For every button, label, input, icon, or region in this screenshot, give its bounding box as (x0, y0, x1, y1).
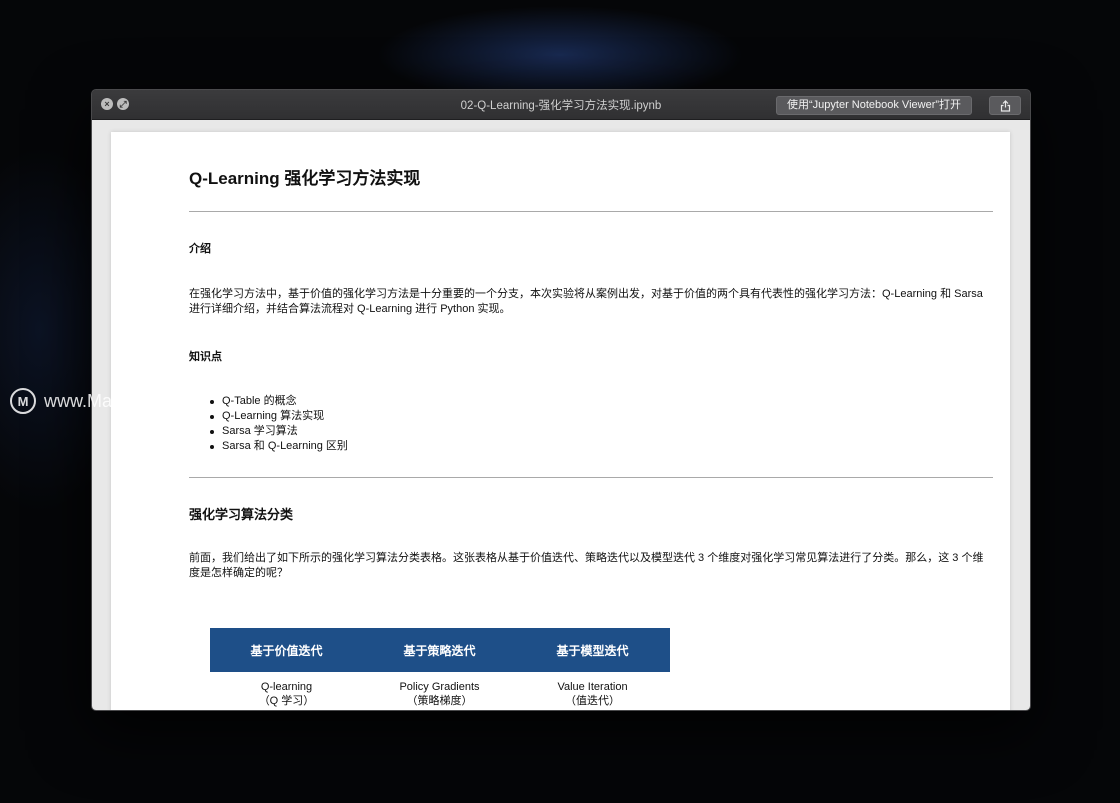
watermark: M www.MacDown.com (10, 388, 206, 414)
macdown-logo-icon: M (10, 388, 36, 414)
cell-main: Value Iteration (557, 681, 628, 693)
table-header: 基于价值迭代 基于策略迭代 基于模型迭代 (210, 628, 670, 672)
cell-sub: （策略梯度） (406, 695, 473, 707)
notebook-title: Q-Learning 强化学习方法实现 (189, 169, 421, 188)
knowledge-heading: 知识点 (189, 351, 222, 363)
watermark-text: www.MacDown.com (44, 390, 207, 411)
table-header-cell: 基于策略迭代 (403, 643, 476, 658)
knowledge-list: Q-Table 的概念 Q-Learning 算法实现 Sarsa 学习算法 S… (210, 394, 348, 454)
table-row: Q-learning （Q 学习） Policy Gradients （策略梯度… (210, 672, 670, 708)
table-header-cell: 基于模型迭代 (556, 643, 629, 658)
open-with-jupyter-button[interactable]: 使用“Jupyter Notebook Viewer”打开 (776, 96, 973, 115)
list-item: Q-Table 的概念 (210, 394, 348, 409)
intro-heading: 介绍 (189, 243, 211, 255)
table-header-cell: 基于价值迭代 (250, 643, 323, 658)
list-item: Q-Learning 算法实现 (210, 409, 348, 424)
table-cell: Policy Gradients （策略梯度） (363, 680, 516, 708)
list-item: Sarsa 和 Q-Learning 区别 (210, 440, 348, 452)
cell-sub: （值迭代） (565, 695, 620, 707)
notebook-page: Q-Learning 强化学习方法实现 介绍 在强化学习方法中，基于价值的强化学… (111, 132, 1010, 710)
algorithm-table: 基于价值迭代 基于策略迭代 基于模型迭代 Q-learning （Q 学习） P… (210, 628, 670, 708)
title-bar: × ⤢ 02-Q-Learning-强化学习方法实现.ipynb 使用“Jupy… (92, 90, 1030, 120)
section-heading: 强化学习算法分类 (189, 507, 294, 522)
cell-main: Q-learning (260, 681, 313, 693)
share-icon (1000, 99, 1010, 112)
preview-content[interactable]: Q-Learning 强化学习方法实现 介绍 在强化学习方法中，基于价值的强化学… (92, 120, 1030, 710)
intro-paragraph: 在强化学习方法中，基于价值的强化学习方法是十分重要的一个分支，本次实验将从案例出… (189, 288, 983, 315)
table-cell: Q-learning （Q 学习） (210, 680, 363, 708)
divider (189, 211, 993, 212)
cell-sub: （Q 学习） (258, 695, 315, 707)
divider (189, 477, 993, 478)
cell-main: Policy Gradients (399, 681, 480, 693)
quicklook-window: × ⤢ 02-Q-Learning-强化学习方法实现.ipynb 使用“Jupy… (91, 89, 1031, 711)
list-item: Sarsa 学习算法 (210, 424, 348, 439)
table-cell: Value Iteration （值迭代） (516, 680, 669, 708)
share-button[interactable] (989, 96, 1021, 115)
section-paragraph: 前面，我们给出了如下所示的强化学习算法分类表格。这张表格从基于价值迭代、策略迭代… (189, 552, 984, 579)
